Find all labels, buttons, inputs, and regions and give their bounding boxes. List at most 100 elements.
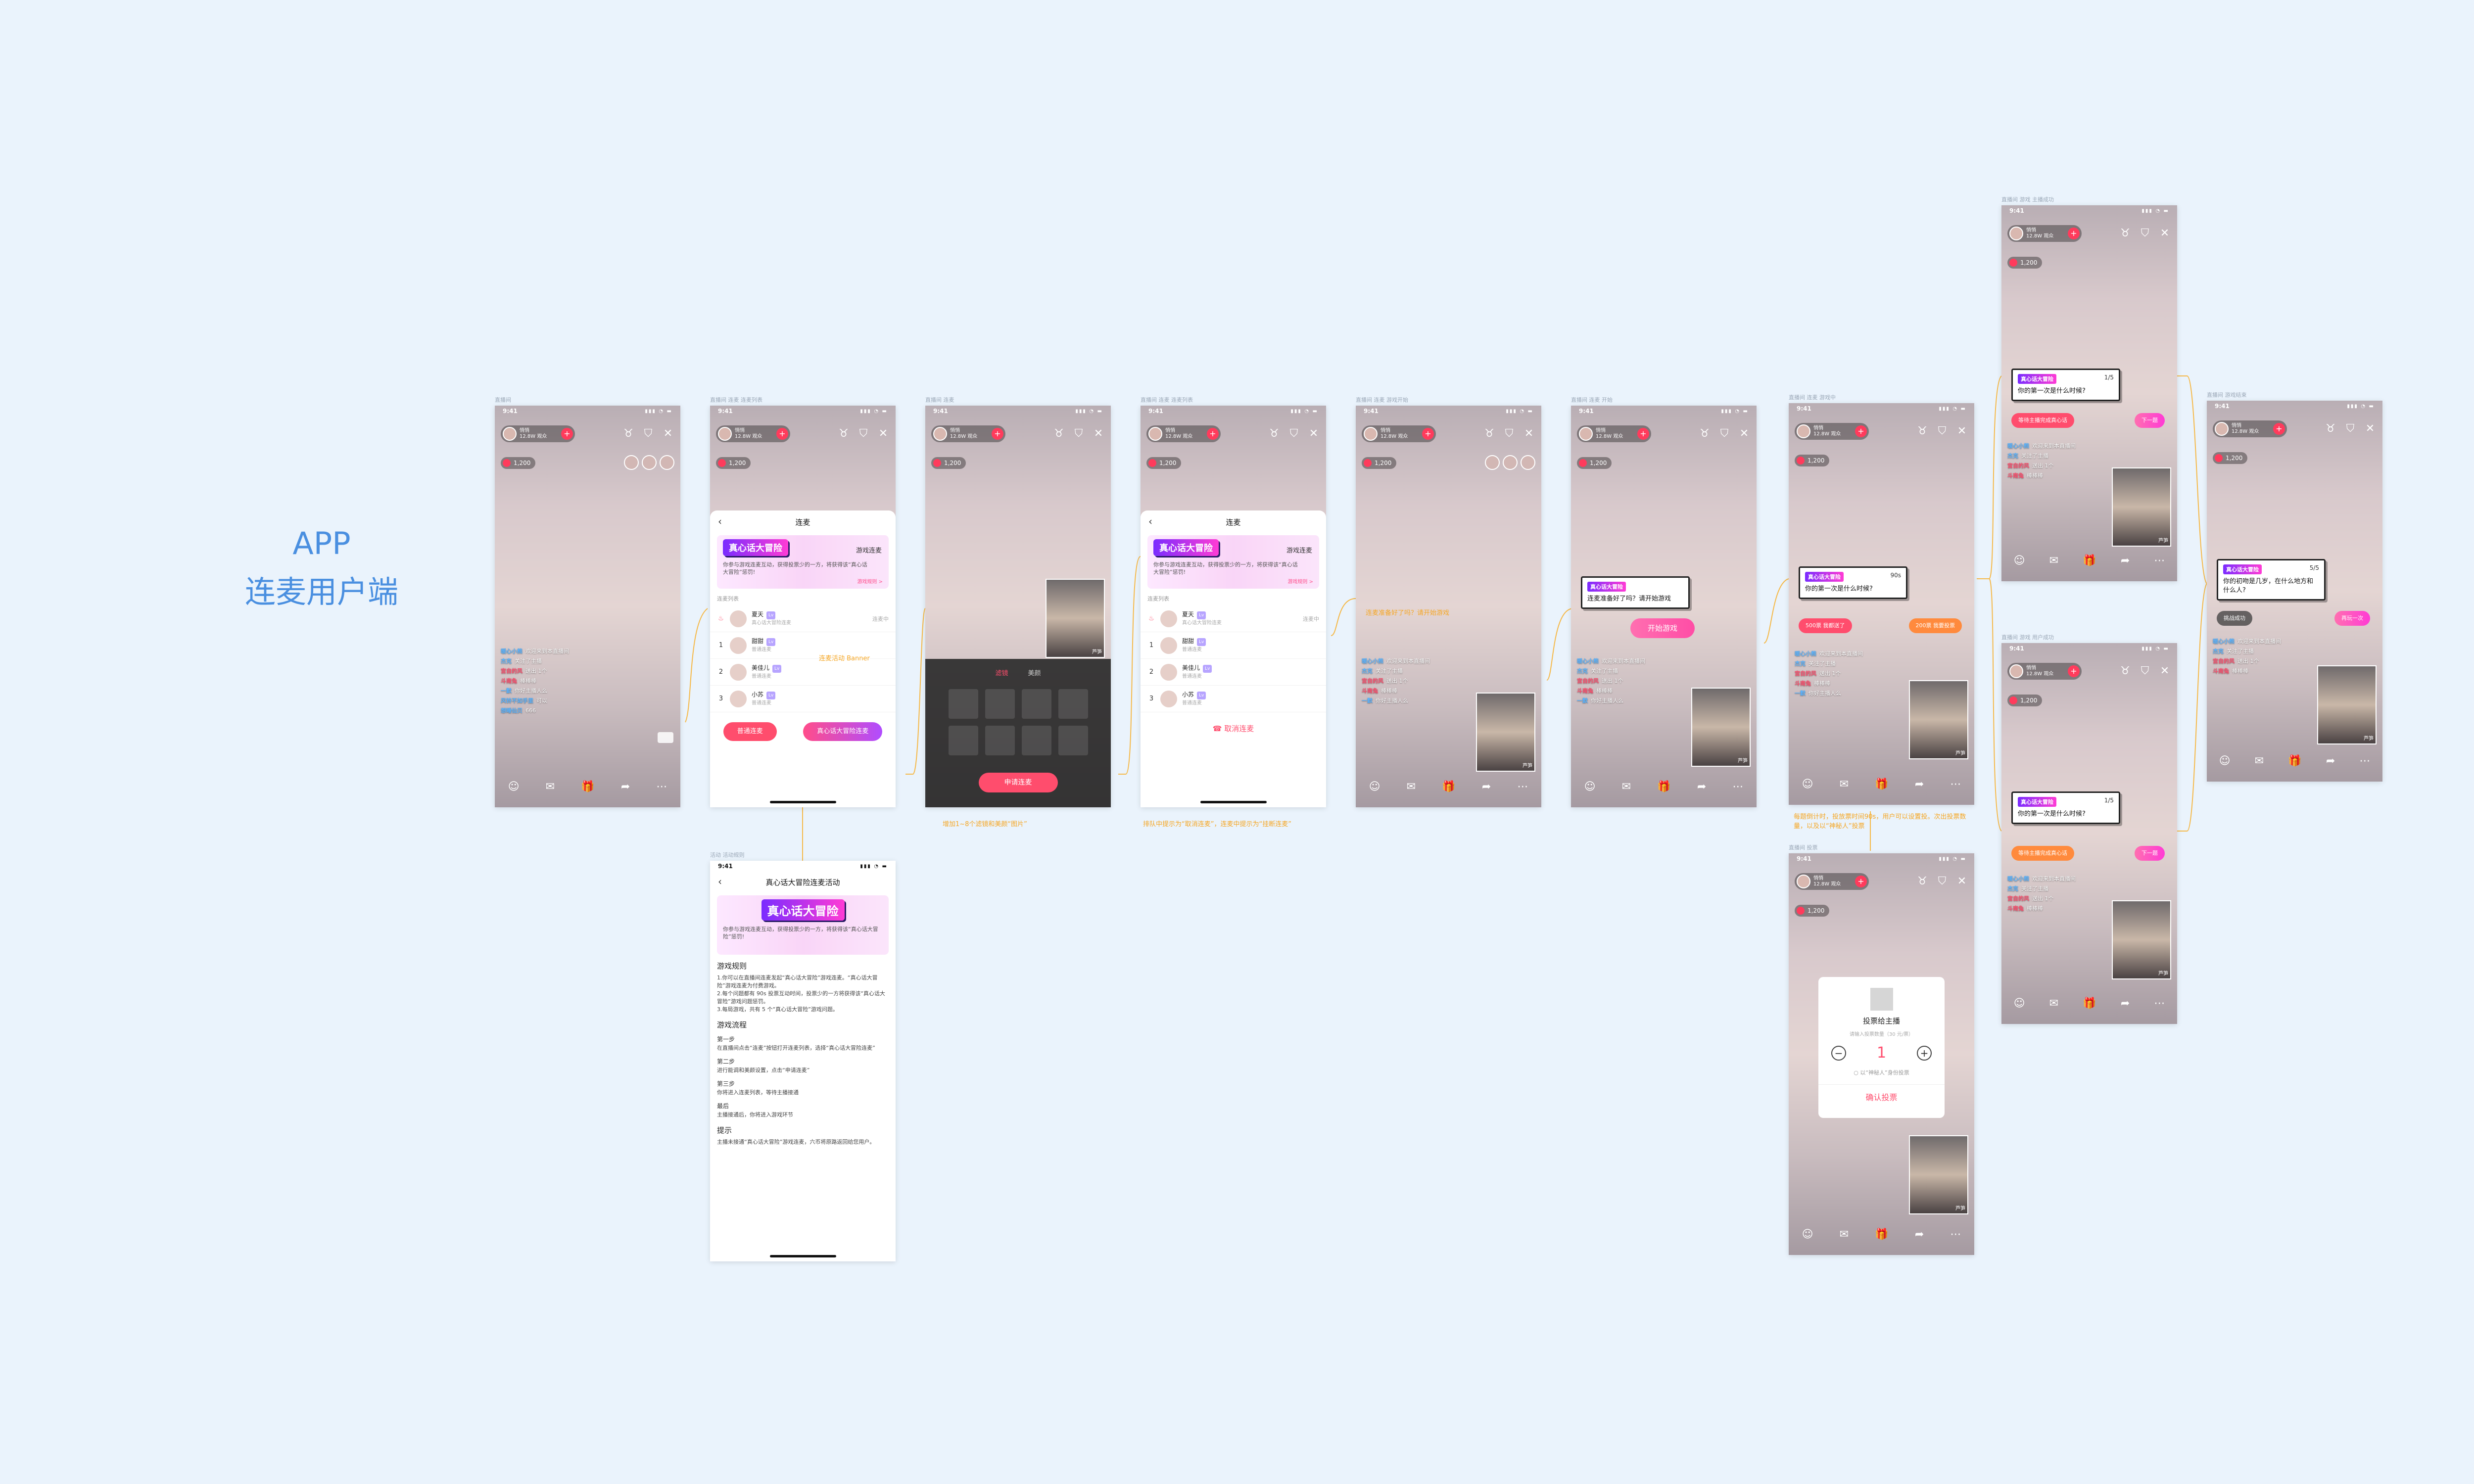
follow-button[interactable]: +: [2068, 228, 2080, 239]
viewer-avatar[interactable]: [642, 455, 657, 470]
message-icon[interactable]: ✉: [546, 781, 555, 793]
plus-icon[interactable]: +: [1917, 1045, 1932, 1061]
more-icon[interactable]: ⋯: [1732, 781, 1743, 793]
share-icon[interactable]: ➦: [1482, 781, 1491, 793]
share-icon[interactable]: ➦: [2326, 755, 2335, 767]
close-icon[interactable]: ✕: [2364, 422, 2377, 435]
emoji-icon[interactable]: ☺: [1369, 781, 1380, 793]
rules-link[interactable]: 游戏规则 >: [1287, 577, 1313, 585]
shield-icon[interactable]: ⛉: [642, 427, 655, 440]
follow-button[interactable]: +: [776, 428, 788, 440]
chat-user[interactable]: 宫自的风: [1795, 670, 1816, 677]
chat-user[interactable]: 斗南兔: [1362, 688, 1378, 694]
medal-icon[interactable]: ♉: [1916, 425, 1929, 438]
list-row[interactable]: 1 甜甜 Lv 普通连麦: [1141, 632, 1326, 659]
chat-user[interactable]: 暖心小熊: [2213, 638, 2235, 645]
gift-icon[interactable]: 🎁: [1875, 778, 1888, 790]
close-icon[interactable]: ✕: [1307, 427, 1320, 440]
cancel-link-button[interactable]: ☎ 取消连麦: [1141, 712, 1326, 751]
follow-button[interactable]: +: [1207, 428, 1219, 440]
emoji-icon[interactable]: ☺: [2219, 755, 2231, 767]
chat-user[interactable]: 杰克: [1362, 668, 1373, 674]
host-avatar[interactable]: [2215, 422, 2229, 436]
host-avatar[interactable]: [933, 427, 947, 441]
close-icon[interactable]: ✕: [1955, 875, 1968, 888]
share-icon[interactable]: ➦: [2121, 997, 2130, 1010]
chat-user[interactable]: 宫自的风: [2213, 658, 2235, 664]
vote-host-button[interactable]: 500票 我都送了: [1799, 618, 1852, 633]
filter-option[interactable]: [1021, 726, 1051, 755]
gift-icon[interactable]: 🎁: [1442, 781, 1455, 793]
coin-badge[interactable]: 1,200: [1795, 455, 1830, 466]
emoji-icon[interactable]: ☺: [2014, 555, 2025, 567]
host-info-bar[interactable]: 悄悄 12.8W 观众 +: [1795, 423, 1869, 440]
activity-banner[interactable]: 真心话大冒险 游戏连麦 你参与游戏连麦互动，获得投票少的一方，将获得该“真心话大…: [1147, 535, 1319, 589]
gift-icon[interactable]: 🎁: [1875, 1228, 1888, 1241]
medal-icon[interactable]: ♉: [622, 427, 635, 440]
host-info-bar[interactable]: 悄悄 12.8W 观众 +: [1362, 425, 1436, 442]
next-question-button[interactable]: 下一题: [2135, 846, 2165, 861]
more-icon[interactable]: ⋯: [2359, 755, 2370, 767]
host-info-bar[interactable]: 悄悄 12.8W 观众 +: [2007, 225, 2082, 242]
more-icon[interactable]: ⋯: [1950, 778, 1961, 790]
chat-user[interactable]: 暖心小熊: [1795, 650, 1816, 657]
play-again-button[interactable]: 再玩一次: [2334, 611, 2370, 626]
coin-badge[interactable]: 1,200: [716, 457, 751, 469]
follow-button[interactable]: +: [1422, 428, 1434, 440]
gift-icon[interactable]: 🎁: [2083, 997, 2096, 1010]
chat-user[interactable]: 暖心小熊: [1362, 658, 1383, 664]
chat-user[interactable]: 宫自的风: [1362, 678, 1383, 684]
emoji-icon[interactable]: ☺: [2014, 997, 2025, 1010]
chat-user[interactable]: 斗南兔: [2213, 668, 2229, 674]
host-info-bar[interactable]: 悄悄 12.8W 观众 +: [716, 425, 790, 442]
message-icon[interactable]: ✉: [1840, 778, 1849, 790]
list-row[interactable]: 3 小苏 Lv 普通连麦: [710, 686, 896, 712]
host-info-bar[interactable]: 悄悄 12.8W 观众 +: [2213, 420, 2287, 437]
list-row[interactable]: 2 美佳儿 Lv 普通连麦: [1141, 659, 1326, 686]
coin-badge[interactable]: 1,200: [1146, 457, 1182, 469]
close-icon[interactable]: ✕: [1522, 427, 1535, 440]
chat-user[interactable]: 暖心小熊: [2007, 443, 2029, 449]
tab-beauty[interactable]: 美颜: [1028, 668, 1041, 677]
follow-button[interactable]: +: [2068, 665, 2080, 677]
close-icon[interactable]: ✕: [2158, 227, 2171, 240]
close-icon[interactable]: ✕: [877, 427, 890, 440]
filter-option[interactable]: [1058, 689, 1088, 719]
shield-icon[interactable]: ⛉: [2344, 422, 2357, 435]
chat-user[interactable]: 斗南兔: [501, 678, 517, 684]
host-avatar[interactable]: [1364, 427, 1378, 441]
filter-option[interactable]: [985, 726, 1015, 755]
message-icon[interactable]: ✉: [2049, 555, 2058, 567]
shield-icon[interactable]: ⛉: [2139, 665, 2151, 678]
coin-badge[interactable]: 1,200: [1362, 457, 1397, 469]
host-avatar[interactable]: [2009, 227, 2023, 240]
shield-icon[interactable]: ⛉: [1936, 875, 1949, 888]
viewer-avatar[interactable]: [1485, 455, 1500, 470]
coin-badge[interactable]: 1,200: [2213, 452, 2248, 464]
coin-badge[interactable]: 1,200: [931, 457, 966, 469]
chat-user[interactable]: 杰克: [2213, 648, 2224, 654]
close-icon[interactable]: ✕: [662, 427, 674, 440]
follow-button[interactable]: +: [1855, 876, 1867, 887]
close-icon[interactable]: ✕: [1092, 427, 1105, 440]
chat-user[interactable]: 杰克: [2007, 453, 2018, 459]
chat-user[interactable]: 一默: [1577, 697, 1588, 704]
back-icon[interactable]: ‹: [718, 515, 722, 527]
medal-icon[interactable]: ♉: [1916, 875, 1929, 888]
list-row[interactable]: 2 美佳儿 Lv 普通连麦: [710, 659, 896, 686]
host-info-bar[interactable]: 悄悄 12.8W 观众 +: [1146, 425, 1221, 442]
host-avatar[interactable]: [1148, 427, 1162, 441]
chat-user[interactable]: 一默: [501, 688, 512, 694]
start-game-button[interactable]: 开始游戏: [1630, 618, 1695, 638]
close-icon[interactable]: ✕: [2158, 665, 2171, 678]
chat-user[interactable]: 一默: [1362, 697, 1373, 704]
medal-icon[interactable]: ♉: [837, 427, 850, 440]
host-info-bar[interactable]: 悄悄 12.8W 观众 +: [931, 425, 1005, 442]
message-icon[interactable]: ✉: [2255, 755, 2264, 767]
guest-video[interactable]: 芦笋: [1909, 680, 1968, 759]
host-avatar[interactable]: [718, 427, 732, 441]
coin-badge[interactable]: 1,200: [2007, 695, 2043, 706]
share-icon[interactable]: ➦: [2121, 555, 2130, 567]
chat-user[interactable]: 杰克: [1795, 660, 1806, 667]
activity-banner[interactable]: 真心话大冒险 游戏连麦 你参与游戏连麦互动，获得投票少的一方，将获得该“真心话大…: [717, 535, 889, 589]
